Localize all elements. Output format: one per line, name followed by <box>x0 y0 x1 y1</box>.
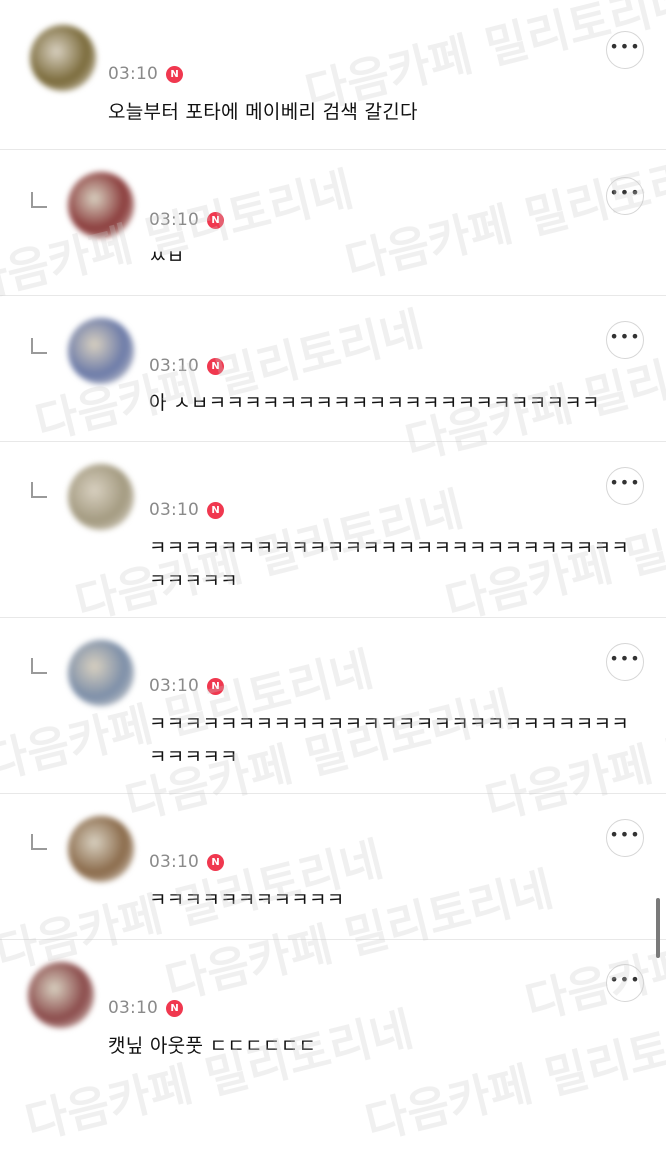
comment-time: 03:10 <box>149 210 199 230</box>
more-dots-icon: ••• <box>609 825 641 844</box>
more-options-button[interactable]: ••• <box>606 819 644 857</box>
comment-item: 03:10 N ㅆㅂ ••• <box>0 150 666 296</box>
avatar[interactable] <box>68 640 134 706</box>
new-badge: N <box>207 357 224 375</box>
comment-text: 아 ㅅㅂㅋㅋㅋㅋㅋㅋㅋㅋㅋㅋㅋㅋㅋㅋㅋㅋㅋㅋㅋㅋㅋㅋ <box>149 392 600 414</box>
more-dots-icon: ••• <box>609 327 641 346</box>
comment-text: ㅆㅂ <box>149 246 185 268</box>
comment-item: 03:10 N 오늘부터 포타에 메이베리 검색 갈긴다 ••• <box>0 0 666 150</box>
comment-text: ㅋㅋㅋㅋㅋㅋㅋㅋㅋㅋㅋㅋㅋㅋㅋㅋㅋㅋㅋㅋㅋㅋㅋㅋㅋㅋㅋㅋㅋㅋㅋㅋ <box>149 537 630 592</box>
more-options-button[interactable]: ••• <box>606 643 644 681</box>
avatar[interactable] <box>68 318 134 384</box>
comment-time: 03:10 <box>149 500 199 520</box>
comment-meta: 03:10 N <box>149 498 224 522</box>
more-dots-icon: ••• <box>609 970 641 989</box>
more-dots-icon: ••• <box>609 649 641 668</box>
reply-indent-icon <box>31 338 47 354</box>
new-badge: N <box>166 999 183 1017</box>
comment-list: 03:10 N 오늘부터 포타에 메이베리 검색 갈긴다 ••• 03:10 N… <box>0 0 666 1097</box>
comment-meta: 03:10 N <box>149 208 224 232</box>
reply-indent-icon <box>31 482 47 498</box>
comment-meta: 03:10 N <box>149 850 224 874</box>
avatar[interactable] <box>28 962 94 1028</box>
comment-text: 캣닢 아웃풋 ㄷㄷㄷㄷㄷㄷ <box>108 1035 317 1057</box>
reply-indent-icon <box>31 192 47 208</box>
comment-item: 03:10 N 아 ㅅㅂㅋㅋㅋㅋㅋㅋㅋㅋㅋㅋㅋㅋㅋㅋㅋㅋㅋㅋㅋㅋㅋㅋ ••• <box>0 296 666 442</box>
comment-meta: 03:10 N <box>108 62 183 86</box>
comment-time: 03:10 <box>149 852 199 872</box>
avatar[interactable] <box>68 464 134 530</box>
new-badge: N <box>207 211 224 229</box>
scrollbar[interactable] <box>656 898 660 958</box>
more-options-button[interactable]: ••• <box>606 177 644 215</box>
comment-item: 03:10 N ㅋㅋㅋㅋㅋㅋㅋㅋㅋㅋㅋㅋㅋㅋㅋㅋㅋㅋㅋㅋㅋㅋㅋㅋㅋㅋㅋㅋㅋㅋㅋㅋ… <box>0 618 666 794</box>
comment-text: ㅋㅋㅋㅋㅋㅋㅋㅋㅋㅋㅋ <box>149 889 345 911</box>
reply-indent-icon <box>31 658 47 674</box>
comment-meta: 03:10 N <box>149 354 224 378</box>
comment-text: 오늘부터 포타에 메이베리 검색 갈긴다 <box>108 101 418 123</box>
more-options-button[interactable]: ••• <box>606 467 644 505</box>
reply-indent-icon <box>31 834 47 850</box>
avatar[interactable] <box>68 172 134 238</box>
more-dots-icon: ••• <box>609 183 641 202</box>
more-options-button[interactable]: ••• <box>606 31 644 69</box>
comment-meta: 03:10 N <box>149 674 224 698</box>
comment-item: 03:10 N ㅋㅋㅋㅋㅋㅋㅋㅋㅋㅋㅋ ••• <box>0 794 666 940</box>
comment-time: 03:10 <box>108 64 158 84</box>
more-options-button[interactable]: ••• <box>606 964 644 1002</box>
avatar[interactable] <box>30 25 96 91</box>
comment-time: 03:10 <box>149 676 199 696</box>
comment-time: 03:10 <box>149 356 199 376</box>
more-dots-icon: ••• <box>609 473 641 492</box>
comment-text: ㅋㅋㅋㅋㅋㅋㅋㅋㅋㅋㅋㅋㅋㅋㅋㅋㅋㅋㅋㅋㅋㅋㅋㅋㅋㅋㅋㅋㅋㅋㅋㅋ <box>149 713 630 768</box>
comment-item: 03:10 N ㅋㅋㅋㅋㅋㅋㅋㅋㅋㅋㅋㅋㅋㅋㅋㅋㅋㅋㅋㅋㅋㅋㅋㅋㅋㅋㅋㅋㅋㅋㅋㅋ… <box>0 442 666 618</box>
avatar[interactable] <box>68 816 134 882</box>
new-badge: N <box>207 501 224 519</box>
more-dots-icon: ••• <box>609 37 641 56</box>
more-options-button[interactable]: ••• <box>606 321 644 359</box>
comment-meta: 03:10 N <box>108 996 183 1020</box>
new-badge: N <box>166 65 183 83</box>
new-badge: N <box>207 677 224 695</box>
comment-item: 03:10 N 캣닢 아웃풋 ㄷㄷㄷㄷㄷㄷ ••• <box>0 940 666 1097</box>
new-badge: N <box>207 853 224 871</box>
comment-time: 03:10 <box>108 998 158 1018</box>
